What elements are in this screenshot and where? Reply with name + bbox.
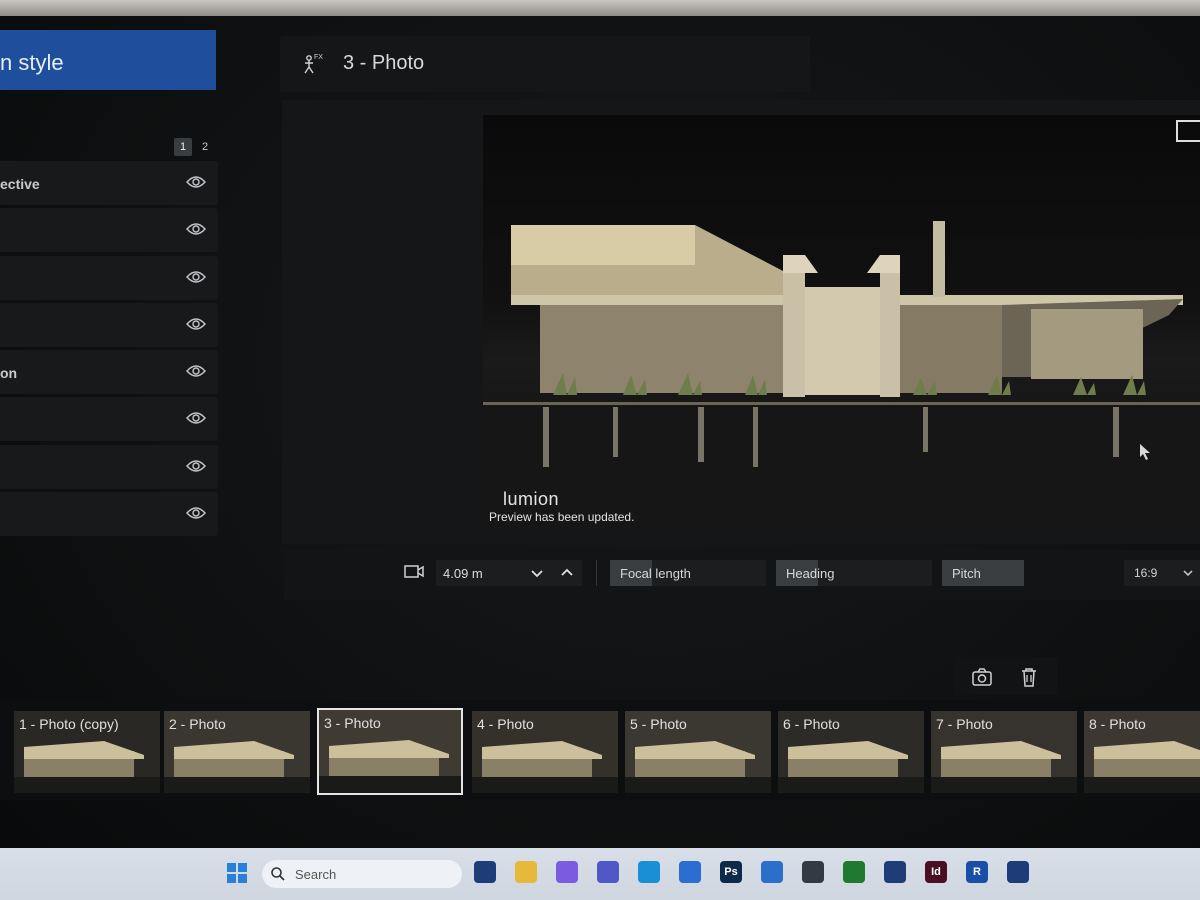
photo-title: 3 - Photo <box>343 52 425 74</box>
add-camera-icon[interactable] <box>971 666 993 688</box>
toolbar-divider <box>596 560 597 586</box>
effect-label: ective <box>0 176 40 192</box>
pitch-label: Pitch <box>952 566 981 581</box>
store-icon[interactable] <box>761 861 783 883</box>
search-icon <box>271 867 285 881</box>
page-tab-2[interactable]: 2 <box>196 138 214 156</box>
taskbar-search[interactable]: Search <box>262 860 462 888</box>
lumion-icon[interactable] <box>884 861 906 883</box>
edge-icon[interactable] <box>638 861 660 883</box>
focal-length-label: Focal length <box>620 566 691 581</box>
eye-icon[interactable] <box>186 364 206 378</box>
effect-row[interactable] <box>0 302 218 347</box>
thumbnail-label: 5 - Photo <box>630 716 687 732</box>
photo-thumbnail[interactable]: 6 - Photo <box>778 711 924 793</box>
effect-label: on <box>0 365 18 382</box>
eye-icon[interactable] <box>186 175 206 189</box>
chevron-down-icon[interactable] <box>530 566 544 580</box>
photo-thumbnail[interactable]: 7 - Photo <box>931 711 1077 793</box>
building-render <box>483 221 1200 527</box>
photo-thumbnail[interactable]: 4 - Photo <box>472 711 618 793</box>
eye-icon[interactable] <box>186 222 206 236</box>
thumbnail-label: 8 - Photo <box>1089 716 1146 732</box>
thumbnail-label: 4 - Photo <box>477 716 534 732</box>
effect-page-tabs: 1 2 <box>174 138 214 156</box>
eye-icon[interactable] <box>186 459 206 473</box>
effect-row[interactable]: ective <box>0 161 218 205</box>
photo-thumbnail[interactable]: 8 - Photo <box>1084 711 1200 793</box>
heading-label: Heading <box>786 566 835 581</box>
effects-list: ective on <box>0 161 218 539</box>
delete-icon[interactable] <box>1018 666 1040 688</box>
heading-slider[interactable]: Heading <box>776 560 932 586</box>
eye-icon[interactable] <box>186 411 206 425</box>
lumion-icon[interactable] <box>1007 861 1029 883</box>
search-placeholder: Search <box>295 867 337 882</box>
camera-height-value: 4.09 m <box>443 566 483 581</box>
effect-row[interactable]: on <box>0 350 218 395</box>
effect-row[interactable] <box>0 208 218 253</box>
focal-length-slider[interactable]: Focal length <box>610 560 766 586</box>
fullscreen-icon[interactable] <box>1176 120 1200 142</box>
copilot-icon[interactable] <box>556 861 578 883</box>
effect-row[interactable] <box>0 255 218 300</box>
thumbnail-label: 1 - Photo (copy) <box>19 716 119 732</box>
photo-thumbnail[interactable]: 1 - Photo (copy) <box>14 711 160 793</box>
thumbnail-label: 6 - Photo <box>783 716 840 732</box>
thumbnail-label: 3 - Photo <box>324 715 381 731</box>
indesign-icon[interactable]: Id <box>925 861 947 883</box>
photoshop-icon[interactable]: Ps <box>720 861 742 883</box>
sketchup-icon[interactable] <box>802 861 824 883</box>
mouse-cursor-icon <box>1140 444 1150 460</box>
lumion-logo: lumion <box>503 489 560 509</box>
page-tab-1[interactable]: 1 <box>174 138 192 156</box>
photo-thumbnail[interactable]: 2 - Photo <box>164 711 310 793</box>
photo-thumbnail[interactable]: 5 - Photo <box>625 711 771 793</box>
chevron-down-icon <box>1183 570 1193 577</box>
effect-row[interactable] <box>0 444 218 489</box>
render-preview[interactable] <box>483 115 1200 527</box>
windows-start-icon[interactable] <box>226 862 248 884</box>
autodesk-icon[interactable] <box>679 861 701 883</box>
file-explorer-icon[interactable] <box>515 861 537 883</box>
eye-icon[interactable] <box>186 506 206 520</box>
chevron-up-icon[interactable] <box>560 566 574 580</box>
teams-icon[interactable] <box>597 861 619 883</box>
lumion-icon[interactable] <box>474 861 496 883</box>
preview-status: Preview has been updated. <box>489 510 635 524</box>
eye-icon[interactable] <box>186 270 206 284</box>
revit-icon[interactable]: R <box>966 861 988 883</box>
eye-icon[interactable] <box>186 317 206 331</box>
xbox-icon[interactable] <box>843 861 865 883</box>
pitch-slider[interactable]: Pitch <box>942 560 1024 586</box>
style-title-banner[interactable]: n style <box>0 30 216 90</box>
aspect-ratio-value: 16:9 <box>1134 566 1158 580</box>
thumbnail-label: 2 - Photo <box>169 716 226 732</box>
photo-thumbnail[interactable]: 3 - Photo <box>317 708 463 795</box>
svg-text:FX: FX <box>314 54 323 61</box>
aspect-ratio-select[interactable]: 16:9 <box>1124 560 1200 586</box>
effect-row[interactable] <box>0 492 218 537</box>
photo-effects-icon[interactable]: FX <box>300 52 324 76</box>
style-title: n style <box>0 50 64 75</box>
monitor-bezel <box>0 0 1200 16</box>
camera-icon <box>404 565 424 578</box>
effect-row[interactable] <box>0 397 218 442</box>
thumbnail-label: 7 - Photo <box>936 716 993 732</box>
